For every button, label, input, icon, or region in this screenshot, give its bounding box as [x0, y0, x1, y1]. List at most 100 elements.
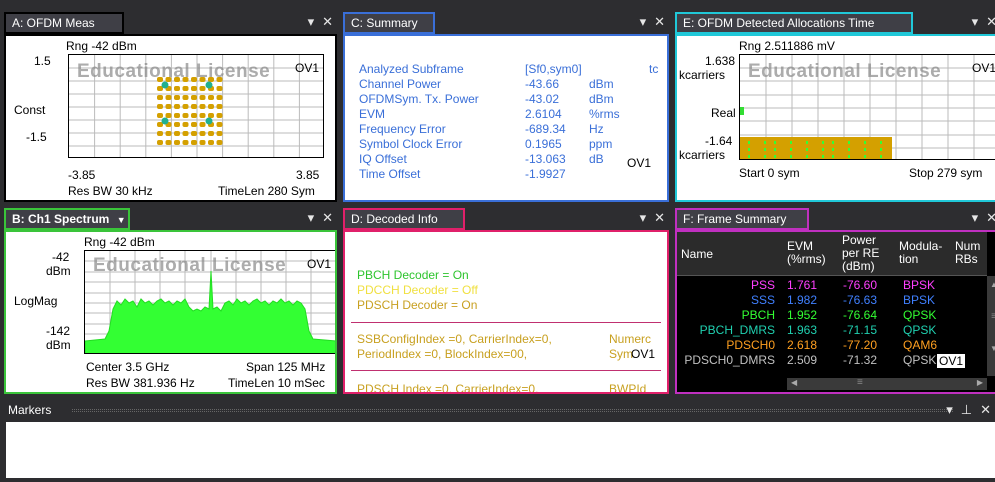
constellation-point — [157, 131, 163, 136]
dropdown-icon[interactable]: ▾ — [946, 402, 953, 418]
scroll-right-icon[interactable]: ▶ — [977, 378, 983, 387]
table-row[interactable]: PDSCH0 2.618 -77.20 QAM6 — [677, 338, 985, 353]
dmrs-marker — [774, 141, 776, 144]
cell-power: -76.63 — [843, 293, 878, 307]
pane-decoded-info: D: Decoded Info ▾ ✕ PBCH Decoder = On PDC… — [341, 206, 671, 396]
constellation-point — [191, 131, 197, 136]
dmrs-marker — [806, 148, 808, 151]
tab-ch1-spectrum[interactable]: B: Ch1 Spectrum ▼ — [4, 208, 130, 230]
table-row[interactable]: PBCH_DMRS 1.963 -71.15 QPSK — [677, 323, 985, 338]
pane-e-titlebar[interactable]: E: OFDM Detected Allocations Time ▾ ✕ — [673, 10, 995, 34]
tab-decoded-info[interactable]: D: Decoded Info — [343, 208, 465, 230]
table-row[interactable]: PSS 1.761 -76.60 BPSK — [677, 278, 985, 293]
column-header-num-rbs[interactable]: Num RBs — [955, 240, 987, 266]
constellation-point — [191, 140, 197, 145]
constellation-point — [165, 140, 172, 145]
pdsch-allocation-block — [740, 137, 892, 159]
ofdm-meas-display[interactable]: Rng -42 dBm 1.5 Const -1.5 Educational L… — [4, 34, 337, 202]
tab-frame-summary[interactable]: F: Frame Summary — [675, 208, 809, 230]
dmrs-marker — [790, 148, 792, 151]
constellation-point — [182, 122, 189, 127]
dropdown-icon[interactable]: ▾ — [308, 14, 315, 30]
allocations-plot[interactable]: Educational License OV1 — [739, 54, 995, 160]
tab-allocations-time[interactable]: E: OFDM Detected Allocations Time — [675, 12, 913, 34]
constellation-plot[interactable]: Educational License OV1 — [68, 54, 324, 158]
constellation-point — [208, 113, 214, 118]
overload-indicator: OV1 — [937, 354, 966, 368]
pane-ch1-spectrum: B: Ch1 Spectrum ▼ ▾ ✕ Rng -42 dBm -42 dBm… — [2, 206, 339, 396]
allocations-display[interactable]: Rng 2.511886 mV 1.638 kcarriers Real -1.… — [675, 34, 995, 202]
constellation-point — [157, 104, 163, 109]
constellation-point — [199, 122, 206, 127]
dropdown-icon[interactable]: ▾ — [972, 14, 979, 30]
ssb-config-line: SSBConfigIndex =0, CarrierIndex=0, — [357, 332, 552, 346]
spectrum-display[interactable]: Rng -42 dBm -42 dBm LogMag -142 dBm Educ… — [4, 230, 337, 394]
pin-icon[interactable]: ⊥ — [961, 402, 972, 418]
pane-f-titlebar[interactable]: F: Frame Summary ▾ ✕ — [673, 206, 995, 230]
time-length-label: TimeLen 10 mSec — [228, 376, 325, 390]
x-right-label: 3.85 — [296, 168, 320, 182]
period-index-line-tail: Sym — [609, 347, 633, 361]
caret-down-icon[interactable]: ▼ — [117, 215, 126, 225]
column-header-modulation[interactable]: Modula- tion — [899, 240, 943, 266]
markers-titlebar[interactable]: Markers ▾ ⊥ ✕ — [2, 398, 995, 422]
scroll-grip-icon[interactable]: ≡ — [987, 311, 995, 322]
close-icon[interactable]: ✕ — [980, 402, 991, 418]
scroll-grip-icon[interactable]: ≡ — [857, 377, 863, 388]
tab-ofdm-meas[interactable]: A: OFDM Meas — [4, 12, 124, 34]
pane-b-titlebar[interactable]: B: Ch1 Spectrum ▼ ▾ ✕ — [2, 206, 339, 230]
table-row[interactable]: PBCH 1.952 -76.64 QPSK — [677, 308, 985, 323]
constellation-point — [191, 122, 197, 127]
constellation-point — [174, 122, 180, 127]
dropdown-icon[interactable]: ▾ — [972, 210, 979, 226]
scroll-left-icon[interactable]: ◀ — [791, 378, 797, 387]
close-icon[interactable]: ✕ — [654, 14, 665, 30]
constellation-point — [165, 104, 172, 109]
overload-indicator: OV1 — [294, 61, 319, 75]
close-icon[interactable]: ✕ — [986, 210, 995, 226]
constellation-point — [174, 140, 180, 145]
pane-c-titlebar[interactable]: C: Summary ▾ ✕ — [341, 10, 671, 34]
close-icon[interactable]: ✕ — [986, 14, 995, 30]
column-header-power[interactable]: Power per RE (dBm) — [842, 234, 894, 273]
spectrum-plot[interactable]: Educational License OV1 — [84, 250, 335, 354]
pane-a-titlebar[interactable]: A: OFDM Meas ▾ ✕ — [2, 10, 339, 34]
constellation-point — [216, 131, 223, 136]
constellation-point — [157, 140, 163, 145]
summary-unit: ppm — [589, 137, 613, 151]
summary-unit: %rms — [589, 107, 620, 121]
res-bw-label: Res BW 30 kHz — [68, 184, 153, 198]
dmrs-marker — [774, 148, 776, 151]
column-header-evm[interactable]: EVM (%rms) — [787, 240, 833, 266]
table-row[interactable]: SSS 1.982 -76.63 BPSK — [677, 293, 985, 308]
summary-label: Time Offset — [359, 167, 421, 181]
markers-body[interactable] — [6, 422, 995, 478]
decoded-info-display[interactable]: PBCH Decoder = On PDCCH Decoder = Off PD… — [343, 230, 669, 394]
column-header-name[interactable]: Name — [681, 248, 713, 261]
constellation-point — [208, 131, 214, 136]
dmrs-marker — [848, 141, 850, 144]
summary-display[interactable]: Analyzed Subframe [Sf0,sym0] tc Channel Pow… — [343, 34, 669, 202]
dropdown-icon[interactable]: ▾ — [308, 210, 315, 226]
close-icon[interactable]: ✕ — [322, 14, 333, 30]
dmrs-marker — [806, 155, 808, 158]
summary-unit: Hz — [589, 122, 604, 136]
frame-summary-display[interactable]: Name EVM (%rms) Power per RE (dBm) Modul… — [675, 230, 995, 394]
dropdown-icon[interactable]: ▾ — [640, 14, 647, 30]
dmrs-marker — [790, 155, 792, 158]
ssb-marker — [740, 107, 744, 115]
scroll-down-icon[interactable]: ▼ — [987, 344, 995, 353]
horizontal-scrollbar[interactable]: ◀ ≡ ▶ — [787, 377, 987, 390]
close-icon[interactable]: ✕ — [654, 210, 665, 226]
vertical-scrollbar[interactable]: ▲ ≡ ▼ — [987, 276, 995, 376]
overload-indicator: OV1 — [627, 156, 652, 170]
constellation-point — [199, 131, 206, 136]
summary-value: 2.6104 — [525, 107, 562, 121]
tab-summary[interactable]: C: Summary — [343, 12, 435, 34]
constellation-point — [191, 113, 197, 118]
scroll-up-icon[interactable]: ▲ — [987, 280, 995, 289]
dropdown-icon[interactable]: ▾ — [640, 210, 647, 226]
pane-markers: Markers ▾ ⊥ ✕ — [2, 398, 995, 482]
pane-d-titlebar[interactable]: D: Decoded Info ▾ ✕ — [341, 206, 671, 230]
close-icon[interactable]: ✕ — [322, 210, 333, 226]
